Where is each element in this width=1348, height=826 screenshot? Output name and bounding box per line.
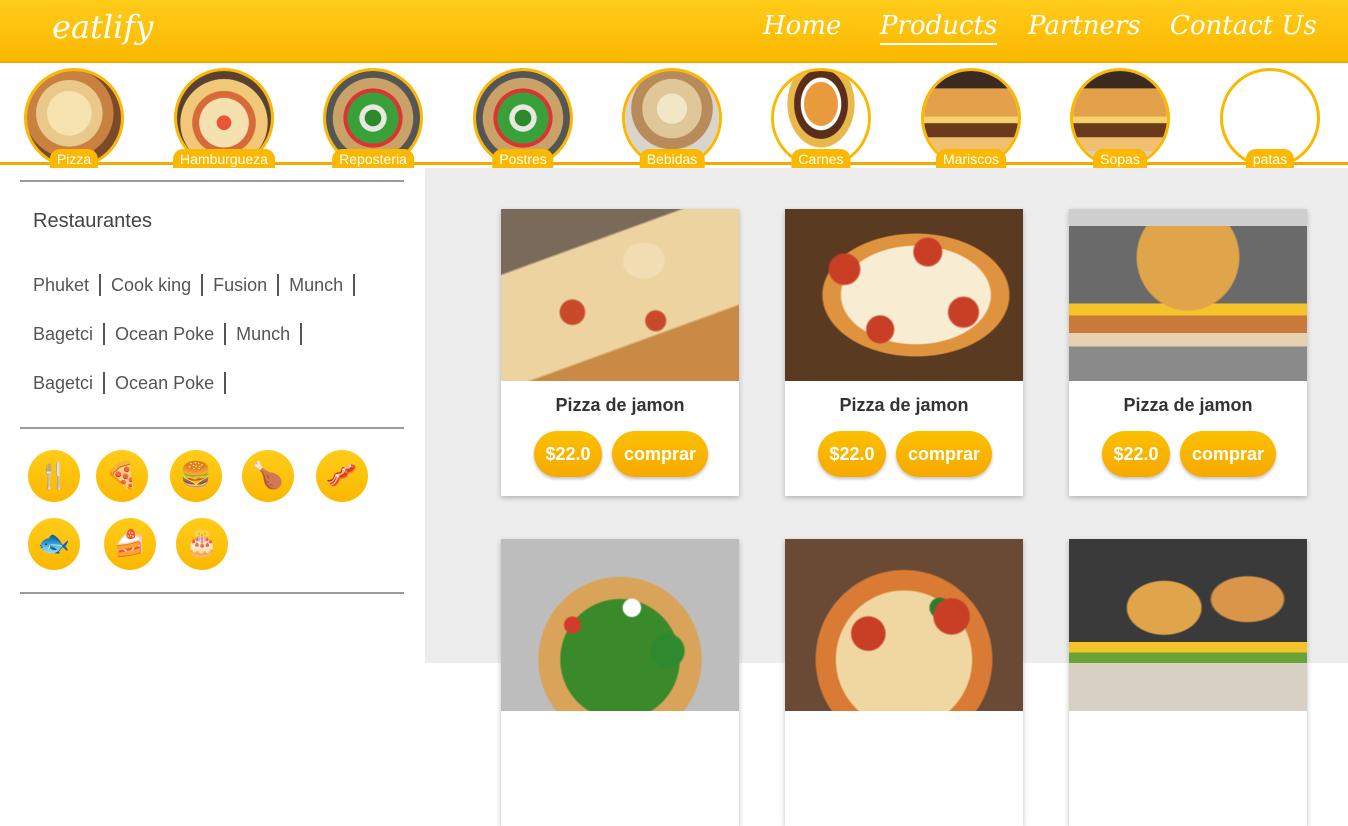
product-name: Pizza de jamon [1123, 395, 1253, 415]
restaurant-link[interactable]: Ocean Poke [115, 323, 227, 345]
restaurant-link[interactable]: Phuket [33, 274, 102, 296]
category-strip: Pizza Hamburgueza Reposteria Postres Beb… [0, 63, 1348, 168]
restaurant-link[interactable]: Ocean Poke [115, 372, 227, 394]
category-label: Carnes [791, 149, 851, 168]
category-bebidas[interactable]: Bebidas [622, 68, 722, 168]
category-reposteria[interactable]: Reposteria [323, 68, 423, 168]
product-card [501, 539, 739, 826]
nav-partners[interactable]: Partners [1028, 11, 1141, 41]
category-label: Bebidas [639, 149, 705, 168]
product-grid: Pizza de jamon $22.0 comprar Pizza de ja… [425, 168, 1348, 826]
product-card: Pizza de jamon $22.0 comprar [1069, 209, 1307, 496]
product-card: Pizza de jamon $22.0 comprar [785, 209, 1023, 496]
category-label: Postres [492, 149, 554, 168]
category-label: Pizza [49, 149, 99, 168]
sidebar: Restaurantes Phuket Cook king Fusion Munch … [0, 168, 425, 663]
restaurants-title: Restaurantes [33, 210, 152, 232]
restaurant-link[interactable]: Cook king [111, 274, 204, 296]
category-carnes[interactable]: Carnes [771, 68, 871, 168]
restaurant-link[interactable]: Fusion [213, 274, 280, 296]
restaurant-link[interactable]: Munch [289, 274, 356, 296]
nav-products[interactable]: Products [880, 11, 998, 45]
category-label: Hamburgueza [173, 149, 275, 168]
utensils-icon[interactable]: 🍴 [28, 450, 80, 502]
buy-button[interactable]: comprar [1180, 431, 1276, 477]
product-card [785, 539, 1023, 826]
category-sopas[interactable]: Sopas [1070, 68, 1170, 168]
drumstick-icon[interactable]: 🍗 [242, 450, 294, 502]
restaurant-link[interactable]: Bagetci [33, 372, 106, 394]
product-image[interactable] [785, 539, 1023, 711]
product-name: Pizza de jamon [839, 395, 969, 415]
logo[interactable]: eatlify [52, 8, 153, 46]
price-badge[interactable]: $22.0 [818, 431, 886, 477]
product-card [1069, 539, 1307, 826]
restaurant-link[interactable]: Bagetci [33, 323, 106, 345]
category-patas[interactable]: patas [1220, 68, 1320, 168]
restaurant-row: Bagetci Ocean Poke Munch [33, 323, 312, 351]
cheese-cake-icon[interactable]: 🍰 [104, 518, 156, 570]
category-hamburgueza[interactable]: Hamburgueza [173, 68, 275, 168]
product-image[interactable] [1069, 209, 1307, 381]
divider [20, 592, 404, 594]
product-image[interactable] [1069, 539, 1307, 711]
category-label: Sopas [1093, 149, 1147, 168]
top-bar: eatlify Home Products Partners Contact U… [0, 0, 1348, 63]
fish-icon[interactable]: 🐟 [28, 518, 80, 570]
restaurant-row: Phuket Cook king Fusion Munch [33, 274, 365, 302]
category-label: patas [1245, 149, 1295, 168]
buy-button[interactable]: comprar [612, 431, 708, 477]
nav-home[interactable]: Home [763, 11, 841, 41]
divider [20, 427, 404, 429]
burger-icon[interactable]: 🍔 [170, 450, 222, 502]
price-badge[interactable]: $22.0 [534, 431, 602, 477]
product-image[interactable] [501, 209, 739, 381]
product-image[interactable] [501, 539, 739, 711]
restaurant-row: Bagetci Ocean Poke [33, 372, 236, 400]
price-badge[interactable]: $22.0 [1102, 431, 1170, 477]
category-mariscos[interactable]: Mariscos [921, 68, 1021, 168]
category-label: Mariscos [935, 149, 1007, 168]
divider [20, 180, 404, 182]
category-pizza[interactable]: Pizza [24, 68, 124, 168]
product-name: Pizza de jamon [555, 395, 685, 415]
product-card: Pizza de jamon $22.0 comprar [501, 209, 739, 496]
birthday-cake-icon[interactable]: 🎂 [176, 518, 228, 570]
category-postres[interactable]: Postres [473, 68, 573, 168]
nav-contact-us[interactable]: Contact Us [1170, 11, 1317, 41]
bacon-icon[interactable]: 🥓 [316, 450, 368, 502]
restaurant-link[interactable]: Munch [236, 323, 303, 345]
product-image[interactable] [785, 209, 1023, 381]
category-label: Reposteria [332, 149, 414, 168]
buy-button[interactable]: comprar [896, 431, 992, 477]
pizza-slice-icon[interactable]: 🍕 [96, 450, 148, 502]
